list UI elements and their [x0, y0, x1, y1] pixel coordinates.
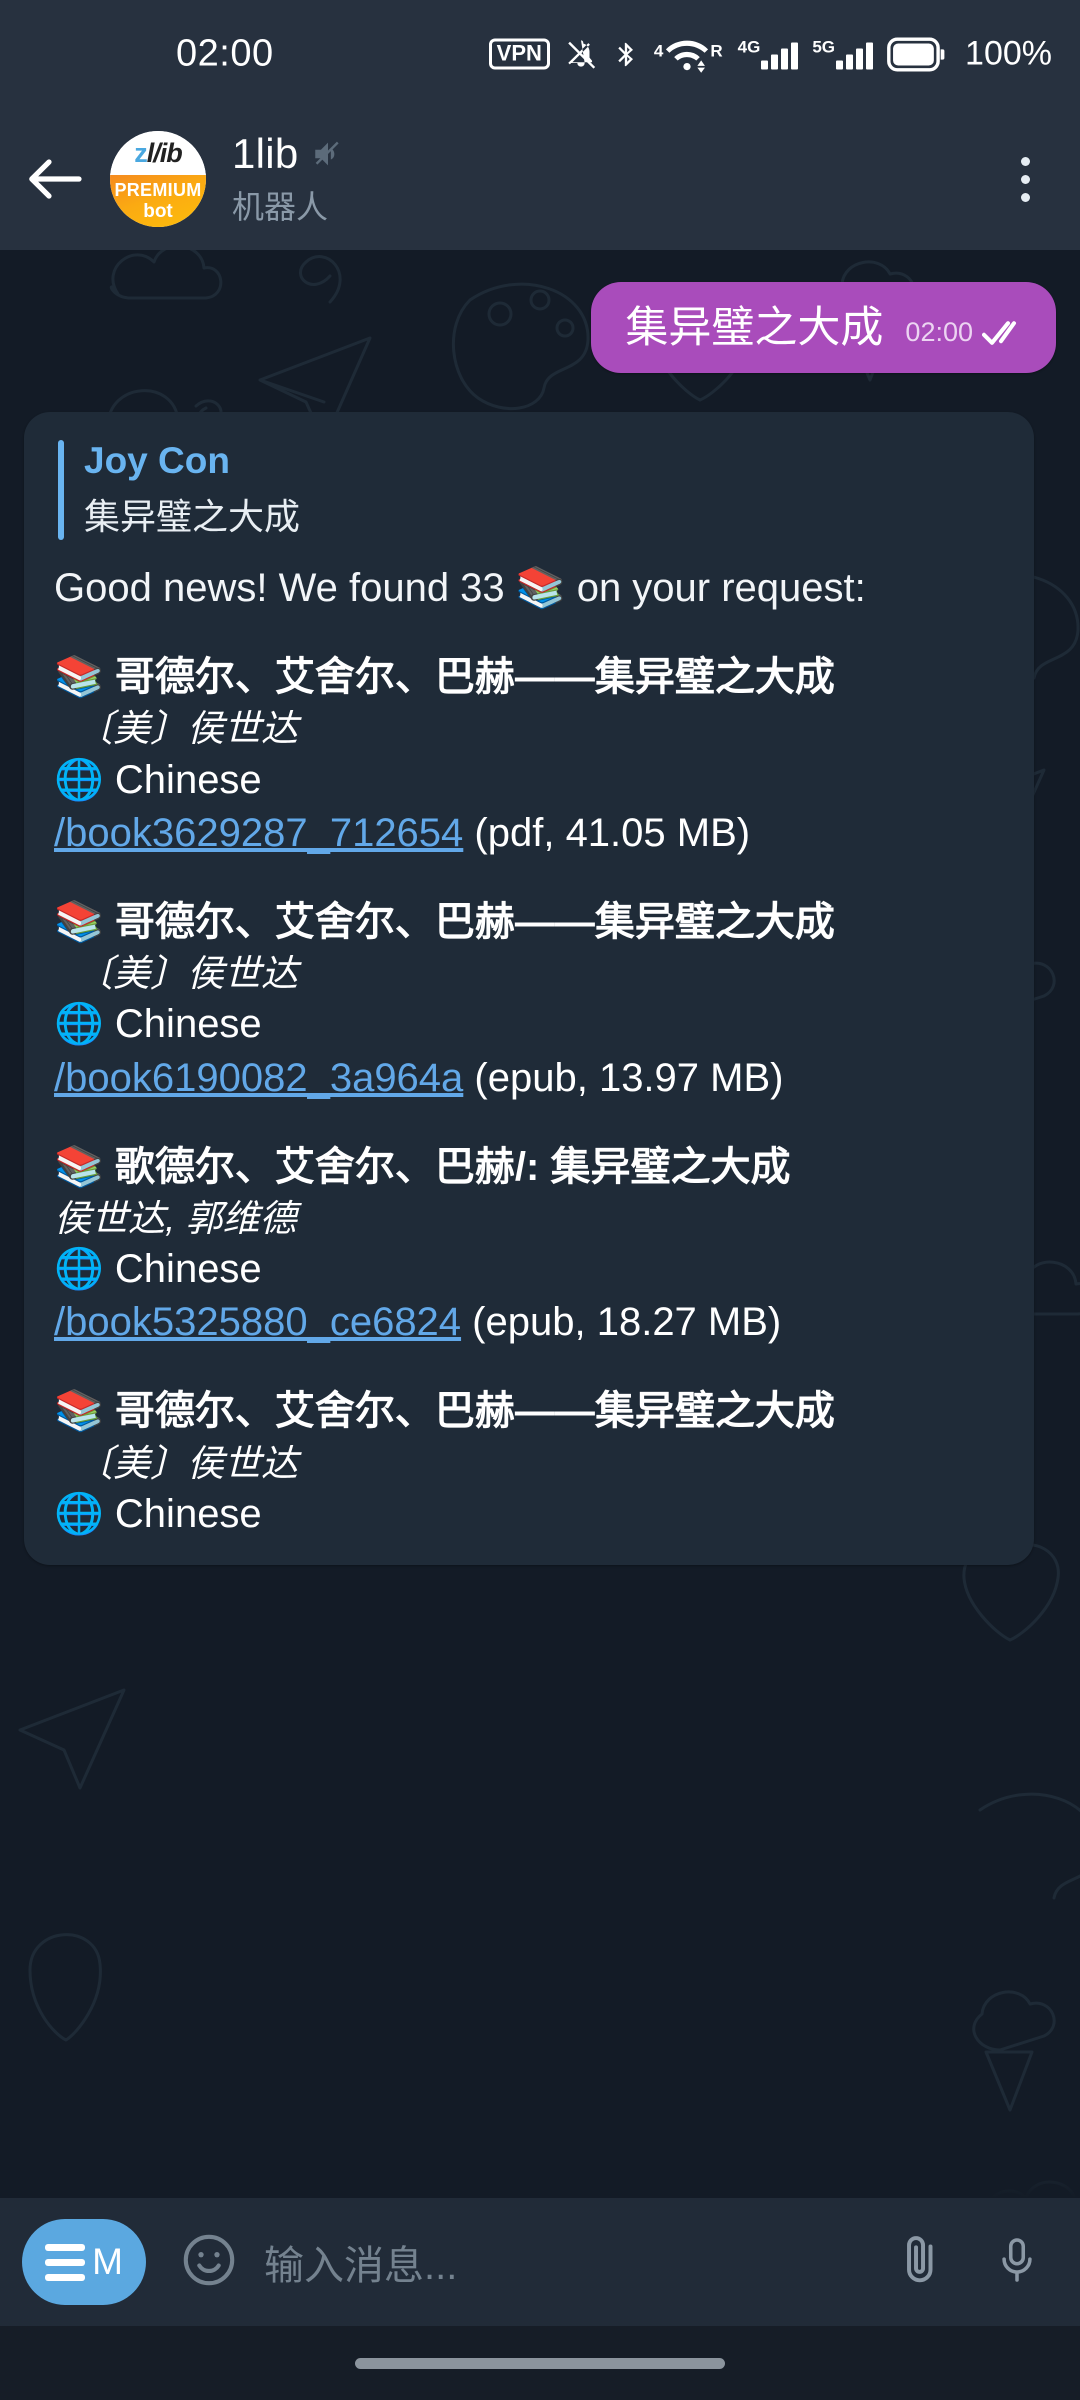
back-arrow-icon	[29, 159, 82, 199]
book-download-link[interactable]: /book3629287_712654	[54, 811, 463, 855]
avatar-lib-text: l/ib	[146, 137, 183, 168]
book-language: 🌐 Chinese	[54, 757, 262, 802]
reply-quote[interactable]: Joy Con 集异璧之大成	[54, 440, 1004, 540]
book-download-line: /book5325880_ce6824 (epub, 18.27 MB)	[54, 1300, 782, 1345]
globe-icon: 🌐	[54, 1247, 115, 1292]
book-download-line: /book3629287_712654 (pdf, 41.05 MB)	[54, 810, 751, 855]
chat-scroll-area[interactable]: 集异璧之大成 02:00 Joy Con 集异璧之大成 Good news! W…	[0, 250, 1080, 2198]
bot-menu-button[interactable]: M	[22, 2219, 146, 2305]
books-emoji-icon: 📚	[54, 899, 115, 944]
book-language: 🌐 Chinese	[54, 1002, 262, 1047]
nav-home-pill[interactable]	[355, 2357, 725, 2369]
bell-muted-icon	[564, 35, 598, 73]
avatar-logo-bottom: PREMIUM bot	[110, 175, 206, 227]
kebab-menu-icon[interactable]	[970, 108, 1080, 250]
avatar-premium-label: PREMIUM	[114, 180, 202, 201]
bluetooth-icon	[612, 35, 640, 73]
book-author: 侯世达, 郭维德	[54, 1197, 297, 1239]
system-nav-bar	[0, 2326, 1080, 2400]
outgoing-message[interactable]: 集异璧之大成 02:00	[591, 282, 1056, 374]
wifi-icon: 4 R	[654, 35, 724, 73]
battery-icon	[887, 37, 945, 71]
book-result-item: 📚 哥德尔、艾舍尔、巴赫——集异璧之大成〔美〕侯世达 🌐 Chinese	[54, 1385, 1004, 1541]
book-language: 🌐 Chinese	[54, 1491, 262, 1536]
signal-4g-icon: 4G	[738, 39, 799, 70]
signal-5g-label: 5G	[812, 37, 836, 57]
status-bar: 02:00 VPN 4 R 4G 5G 100%	[0, 0, 1080, 108]
signal-4g-label: 4G	[737, 37, 761, 57]
phone-screen: 02:00 VPN 4 R 4G 5G 100% zl/ib PREMIUM b…	[0, 0, 1080, 2400]
avatar-bot-label: bot	[143, 201, 173, 223]
outgoing-bubble[interactable]: 集异璧之大成 02:00	[591, 282, 1056, 374]
microphone-icon[interactable]	[992, 2231, 1042, 2294]
message-input-bar: M 输入消息...	[0, 2198, 1080, 2326]
book-author: 〔美〕侯世达	[76, 953, 298, 995]
book-title: 📚 哥德尔、艾舍尔、巴赫——集异璧之大成	[54, 655, 835, 700]
book-results-list: 📚 哥德尔、艾舍尔、巴赫——集异璧之大成 〔美〕侯世达 🌐 Chinese/book…	[54, 651, 1004, 1541]
paperclip-icon[interactable]	[892, 2231, 948, 2294]
vpn-icon: VPN	[488, 38, 550, 70]
outgoing-message-text: 集异璧之大成	[625, 304, 884, 352]
mute-icon	[314, 141, 339, 166]
book-title: 📚 歌德尔、艾舍尔、巴赫/: 集异璧之大成	[54, 1144, 791, 1189]
avatar[interactable]: zl/ib PREMIUM bot	[110, 131, 206, 227]
bot-menu-label: M	[92, 2241, 123, 2282]
reply-accent-bar	[58, 440, 64, 540]
incoming-bubble[interactable]: Joy Con 集异璧之大成 Good news! We found 33 📚 …	[24, 412, 1034, 1566]
globe-icon: 🌐	[54, 1002, 115, 1047]
hamburger-icon	[45, 2243, 86, 2281]
wifi-sub-label: 4	[653, 41, 664, 60]
book-author: 〔美〕侯世达	[76, 708, 298, 750]
status-clock: 02:00	[176, 32, 274, 75]
header-subtitle: 机器人	[232, 189, 329, 225]
globe-icon: 🌐	[54, 1491, 115, 1536]
globe-icon: 🌐	[54, 757, 115, 802]
books-emoji-icon: 📚	[54, 1389, 115, 1434]
book-download-link[interactable]: /book5325880_ce6824	[54, 1300, 461, 1344]
page-title: 1lib	[232, 130, 299, 177]
book-author: 〔美〕侯世达	[76, 1442, 298, 1484]
book-result-item: 📚 歌德尔、艾舍尔、巴赫/: 集异璧之大成 侯世达, 郭维德 🌐 Chinese/b…	[54, 1141, 1004, 1350]
books-emoji-icon: 📚	[54, 655, 115, 700]
books-emoji-icon: 📚	[54, 1144, 115, 1189]
chat-header: zl/ib PREMIUM bot 1lib 机器人	[0, 108, 1080, 250]
smiley-icon[interactable]	[180, 2231, 238, 2294]
status-icons: VPN 4 R 4G 5G 100%	[488, 34, 1052, 74]
book-download-line: /book6190082_3a964a (epub, 13.97 MB)	[54, 1055, 784, 1100]
avatar-z-text: z	[134, 137, 147, 168]
header-text-block[interactable]: 1lib 机器人	[232, 130, 345, 228]
avatar-logo-top: zl/ib	[110, 131, 206, 176]
battery-percent: 100%	[965, 34, 1052, 73]
outgoing-meta: 02:00	[905, 317, 1026, 353]
book-title: 📚 哥德尔、艾舍尔、巴赫——集异璧之大成	[54, 1389, 835, 1434]
book-language: 🌐 Chinese	[54, 1247, 262, 1292]
outgoing-timestamp: 02:00	[905, 317, 973, 348]
book-result-item: 📚 哥德尔、艾舍尔、巴赫——集异璧之大成〔美〕侯世达 🌐 Chinese/book…	[54, 896, 1004, 1105]
book-result-item: 📚 哥德尔、艾舍尔、巴赫——集异璧之大成〔美〕侯世达 🌐 Chinese/book…	[54, 651, 1004, 860]
signal-5g-icon: 5G	[812, 37, 874, 70]
search-input[interactable]: 输入消息...	[264, 2233, 892, 2291]
back-button[interactable]	[0, 108, 110, 250]
book-title: 📚 哥德尔、艾舍尔、巴赫——集异璧之大成	[54, 899, 835, 944]
book-download-link[interactable]: /book6190082_3a964a	[54, 1056, 463, 1100]
reply-author-name: Joy Con	[84, 440, 230, 481]
intro-text: Good news! We found 33 📚 on your request…	[54, 566, 866, 610]
reply-quoted-text: 集异璧之大成	[84, 496, 301, 537]
double-check-icon	[982, 321, 1016, 345]
roaming-label: R	[710, 41, 723, 60]
